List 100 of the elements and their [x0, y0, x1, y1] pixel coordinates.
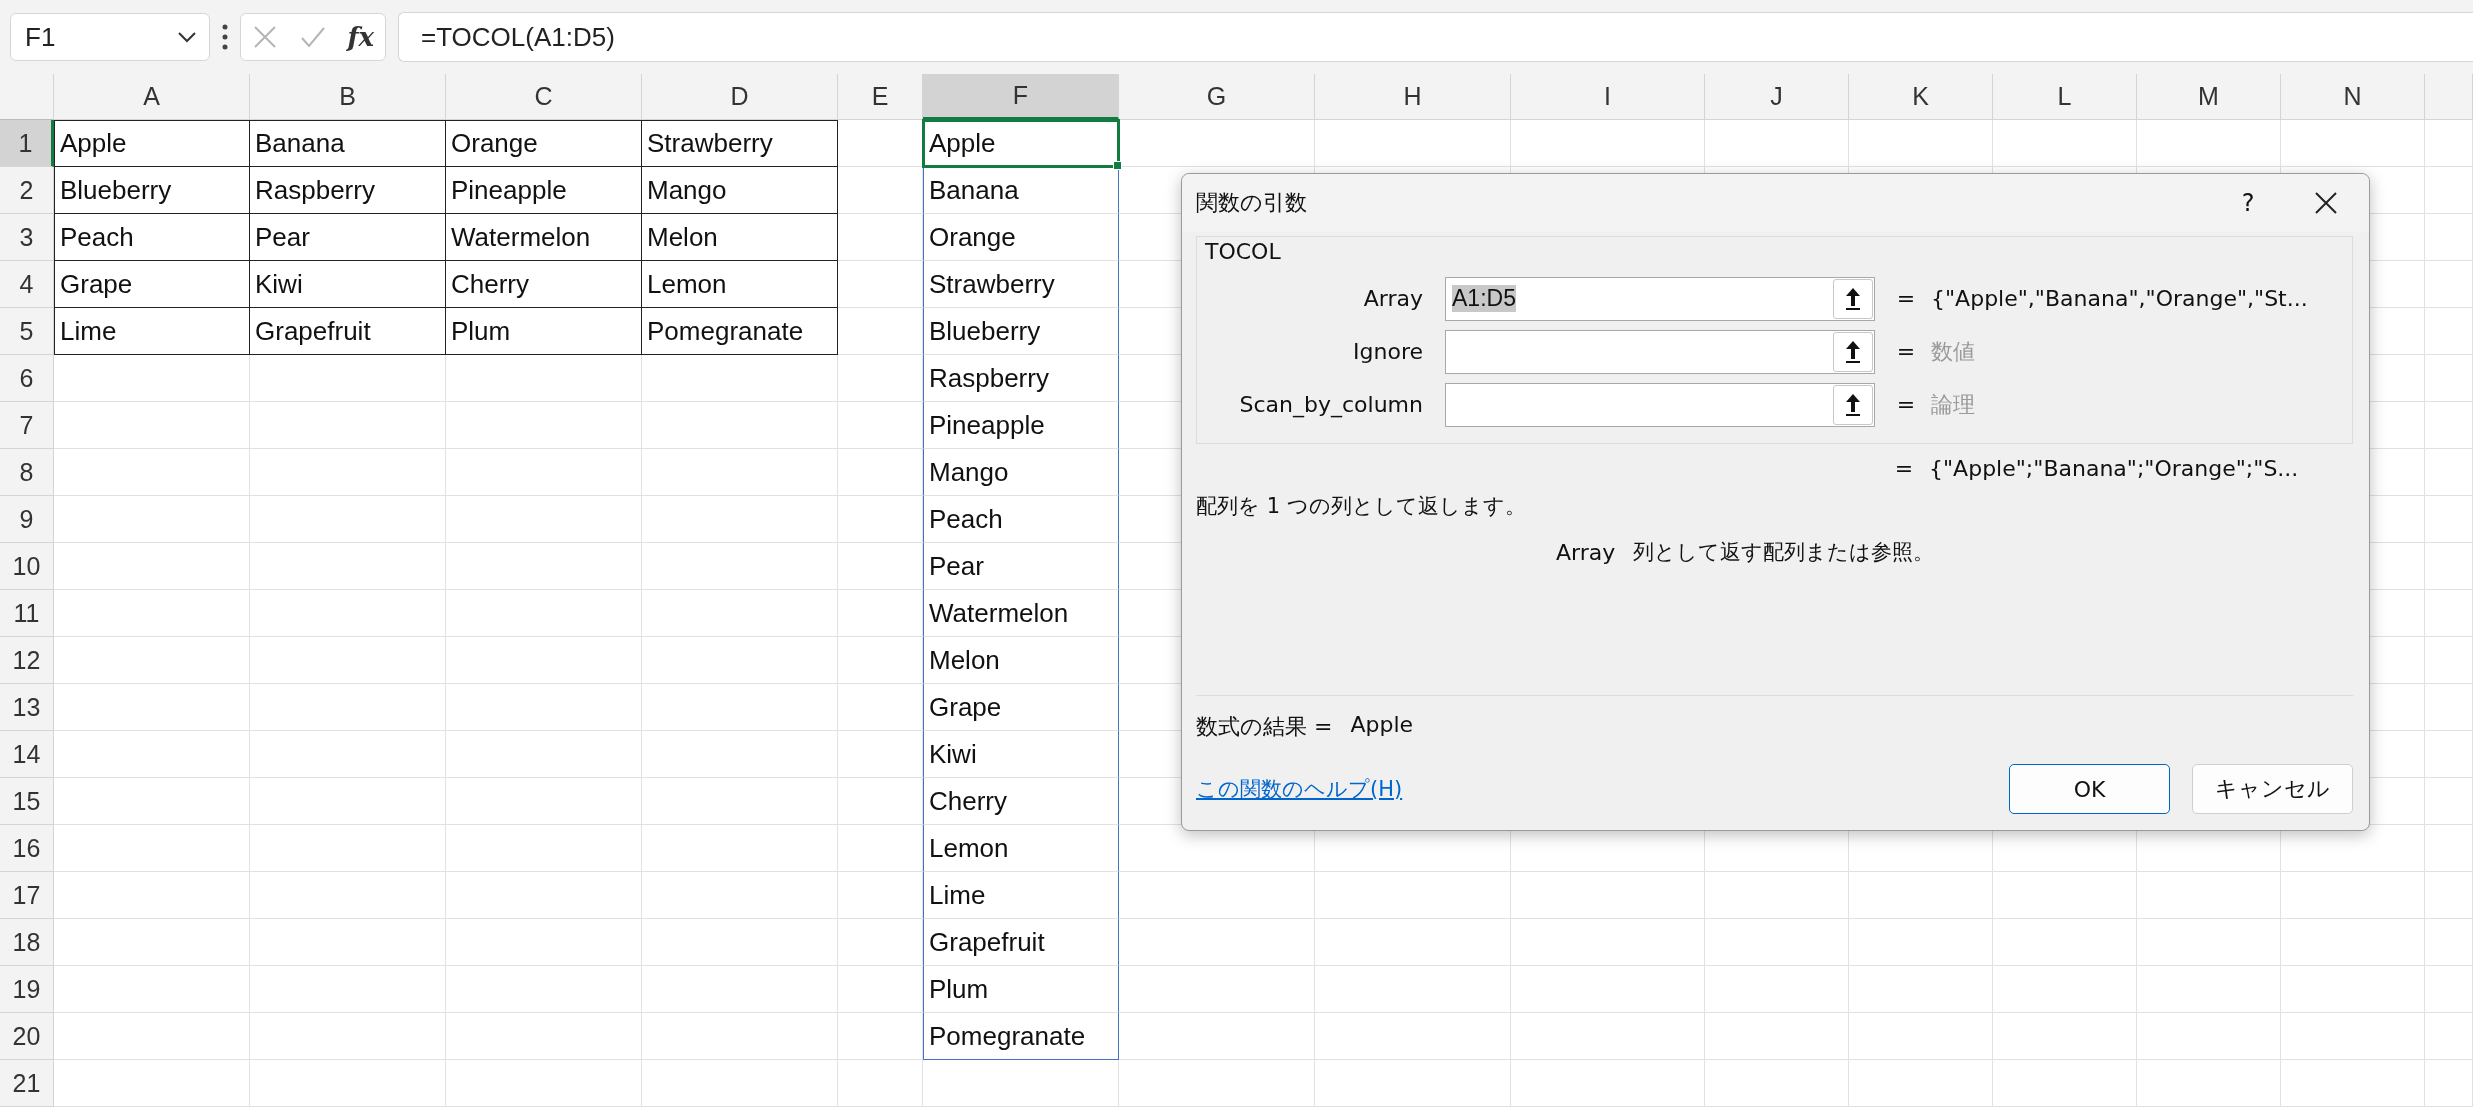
- column-header[interactable]: D: [642, 74, 838, 120]
- empty-cell: [2425, 355, 2473, 402]
- input-field[interactable]: [1445, 382, 1875, 427]
- up-arrow-icon: [1845, 392, 1861, 417]
- row-header[interactable]: 16: [0, 825, 54, 872]
- row-header[interactable]: 9: [0, 496, 54, 543]
- empty-cell: [2425, 684, 2473, 731]
- equals-sign: =: [1895, 339, 1917, 364]
- column-header[interactable]: C: [446, 74, 642, 120]
- table-cell: Pomegranate: [642, 308, 838, 355]
- input-field[interactable]: A1:D5: [1445, 276, 1875, 321]
- insert-function-button[interactable]: fx: [347, 22, 375, 52]
- column-header[interactable]: K: [1849, 74, 1993, 120]
- argument-result: {"Apple","Banana","Orange","St...: [1931, 286, 2308, 311]
- row-header[interactable]: 2: [0, 167, 54, 214]
- formula-result-value: Apple: [1350, 712, 1414, 739]
- column-header[interactable]: A: [54, 74, 250, 120]
- input-field[interactable]: [1445, 329, 1875, 374]
- table-cell: Lemon: [642, 261, 838, 308]
- row-header[interactable]: 10: [0, 543, 54, 590]
- name-box[interactable]: F1: [10, 13, 210, 61]
- row-header[interactable]: 13: [0, 684, 54, 731]
- table-cell: Lime: [923, 872, 1119, 919]
- row-header[interactable]: 18: [0, 919, 54, 966]
- table-cell: Strawberry: [642, 120, 838, 167]
- row-header[interactable]: 21: [0, 1060, 54, 1107]
- empty-cell: [2425, 543, 2473, 590]
- column-header[interactable]: G: [1119, 74, 1315, 120]
- help-button[interactable]: ?: [2213, 178, 2283, 228]
- table-cell: Watermelon: [446, 214, 642, 261]
- row-header[interactable]: 12: [0, 637, 54, 684]
- row-header[interactable]: 20: [0, 1013, 54, 1060]
- column-header[interactable]: F: [923, 74, 1119, 120]
- empty-cell: [2425, 778, 2473, 825]
- function-name: TOCOL: [1205, 238, 1282, 264]
- argument-result: 数値: [1931, 337, 1975, 366]
- empty-cell: [2425, 402, 2473, 449]
- column-header[interactable]: B: [250, 74, 446, 120]
- column-header[interactable]: M: [2137, 74, 2281, 120]
- equals-sign: =: [1895, 392, 1917, 417]
- table-cell: Cherry: [446, 261, 642, 308]
- table-cell: Banana: [250, 120, 446, 167]
- empty-cell: [2425, 308, 2473, 355]
- formula-result-label: 数式の結果 =: [1196, 713, 1333, 741]
- table-cell: Pineapple: [923, 402, 1119, 449]
- empty-cell: [2425, 966, 2473, 1013]
- column-header[interactable]: E: [838, 74, 923, 120]
- column-header[interactable]: L: [1993, 74, 2137, 120]
- row-header[interactable]: 14: [0, 731, 54, 778]
- table-cell: Lemon: [923, 825, 1119, 872]
- empty-cell: [2425, 731, 2473, 778]
- empty-cell: [2425, 167, 2473, 214]
- argument-result: 論理: [1931, 390, 1975, 419]
- row-header[interactable]: 8: [0, 449, 54, 496]
- table-cell: Grape: [923, 684, 1119, 731]
- row-header[interactable]: 1: [0, 120, 54, 167]
- table-cell: Banana: [923, 167, 1119, 214]
- range-select-button[interactable]: [1833, 331, 1873, 372]
- up-arrow-icon: [1845, 286, 1861, 311]
- row-header[interactable]: 6: [0, 355, 54, 402]
- argument-name: Array: [1556, 539, 1616, 565]
- row-header[interactable]: 3: [0, 214, 54, 261]
- table-cell: Raspberry: [923, 355, 1119, 402]
- equals-sign: =: [1893, 455, 1915, 481]
- dialog-button[interactable]: キャンセル: [2192, 764, 2353, 814]
- formula-field[interactable]: =TOCOL(A1:D5): [398, 12, 2473, 62]
- table-cell: Grape: [54, 261, 250, 308]
- table-cell: Melon: [642, 214, 838, 261]
- row-header[interactable]: 19: [0, 966, 54, 1013]
- column-header[interactable]: I: [1511, 74, 1705, 120]
- column-header[interactable]: N: [2281, 74, 2425, 120]
- table-cell: Kiwi: [923, 731, 1119, 778]
- table-cell: Blueberry: [923, 308, 1119, 355]
- dialog-button[interactable]: OK: [2009, 764, 2170, 814]
- row-header[interactable]: 4: [0, 261, 54, 308]
- column-header[interactable]: J: [1705, 74, 1849, 120]
- row-header[interactable]: 15: [0, 778, 54, 825]
- row-header[interactable]: 7: [0, 402, 54, 449]
- help-link[interactable]: この関数のヘルプ(H): [1196, 775, 1987, 803]
- close-icon: [2315, 192, 2337, 214]
- argument-description: 列として返す配列または参照。: [1633, 539, 1935, 566]
- more-options-icon: [222, 24, 228, 50]
- table-cell: Pomegranate: [923, 1013, 1119, 1060]
- column-header[interactable]: H: [1315, 74, 1511, 120]
- empty-cell: [2425, 120, 2473, 167]
- range-select-button[interactable]: [1833, 278, 1873, 319]
- row-header[interactable]: 11: [0, 590, 54, 637]
- table-cell: Plum: [446, 308, 642, 355]
- range-select-button[interactable]: [1833, 384, 1873, 425]
- table-cell: Mango: [642, 167, 838, 214]
- overall-result: {"Apple";"Banana";"Orange";"S...: [1929, 455, 2299, 481]
- table-cell: Cherry: [923, 778, 1119, 825]
- table-cell: Raspberry: [250, 167, 446, 214]
- cancel-icon: [251, 24, 278, 50]
- table-cell[interactable]: Apple: [923, 120, 1119, 167]
- fill-handle[interactable]: [1113, 161, 1122, 170]
- row-header[interactable]: 17: [0, 872, 54, 919]
- argument-label: Ignore: [1352, 339, 1424, 364]
- row-header[interactable]: 5: [0, 308, 54, 355]
- dialog-title: 関数の引数: [1196, 189, 1308, 217]
